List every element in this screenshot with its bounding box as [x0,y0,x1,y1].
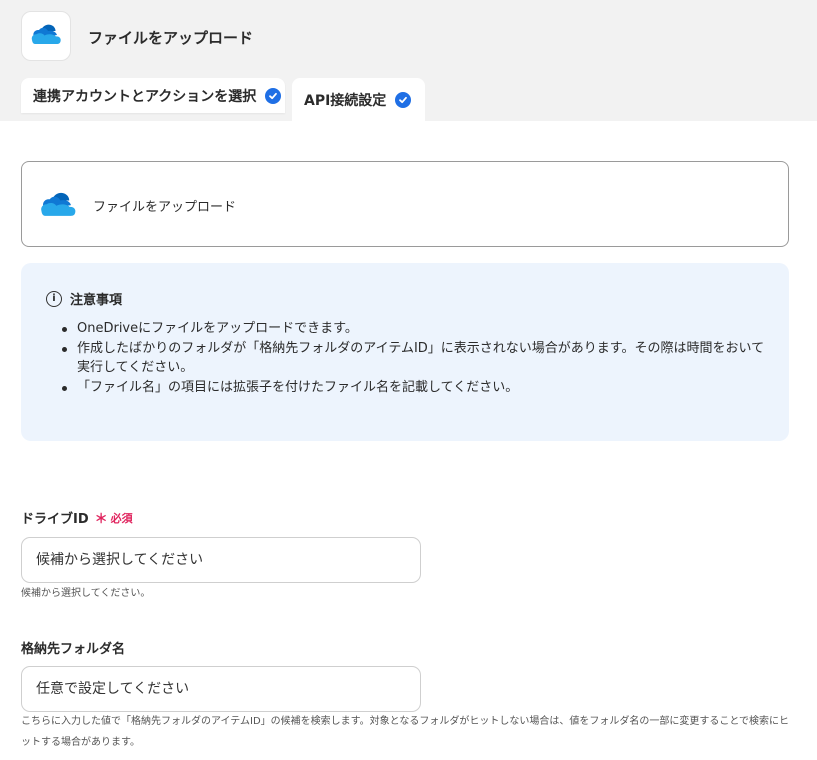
onedrive-cloud-icon [30,23,62,49]
list-item: 「ファイル名」の項目には拡張子を付けたファイル名を記載してください。 [62,378,777,398]
tab-label: 連携アカウントとアクションを選択 [33,88,257,105]
list-item: 作成したばかりのフォルダが「格納先フォルダのアイテムID」に表示されない場合があ… [62,339,777,378]
drive-id-label: ドライブID ＊ 必須 [21,508,133,528]
action-label: ファイルをアップロード [93,200,237,215]
header-bar: ファイルをアップロード 連携アカウントとアクションを選択 API接続設定 [0,0,817,121]
app-icon-box [21,11,71,61]
app-title: ファイルをアップロード [88,29,254,47]
notice-title: 注意事項 [70,293,123,308]
info-icon: i [46,290,62,307]
folder-name-input[interactable] [21,666,421,712]
tab-label: API接続設定 [304,92,387,109]
notice-panel: i 注意事項 OneDriveにファイルをアップロードできます。 作成したばかり… [21,263,789,441]
drive-id-label-text: ドライブID [21,512,89,527]
folder-name-label-text: 格納先フォルダ名 [21,642,126,657]
tab-account-action[interactable]: 連携アカウントとアクションを選択 [21,78,285,113]
checkmark-icon [265,87,282,104]
drive-id-input[interactable] [21,537,421,583]
required-asterisk-icon: ＊ [94,512,108,527]
required-badge: 必須 [110,511,133,525]
folder-name-help: こちらに入力した値で「格納先フォルダのアイテムID」の候補を検索します。対象とな… [21,716,790,748]
notice-heading: i 注意事項 [46,289,122,308]
drive-id-help: 候補から選択してください。 [21,588,151,599]
notice-list: OneDriveにファイルをアップロードできます。 作成したばかりのフォルダが「… [62,319,777,398]
onedrive-cloud-icon [39,191,77,221]
list-item: OneDriveにファイルをアップロードできます。 [62,319,777,339]
folder-name-label: 格納先フォルダ名 [21,638,125,657]
tab-api-settings[interactable]: API接続設定 [292,78,425,121]
checkmark-icon [395,91,412,108]
action-card[interactable]: ファイルをアップロード [21,161,789,247]
